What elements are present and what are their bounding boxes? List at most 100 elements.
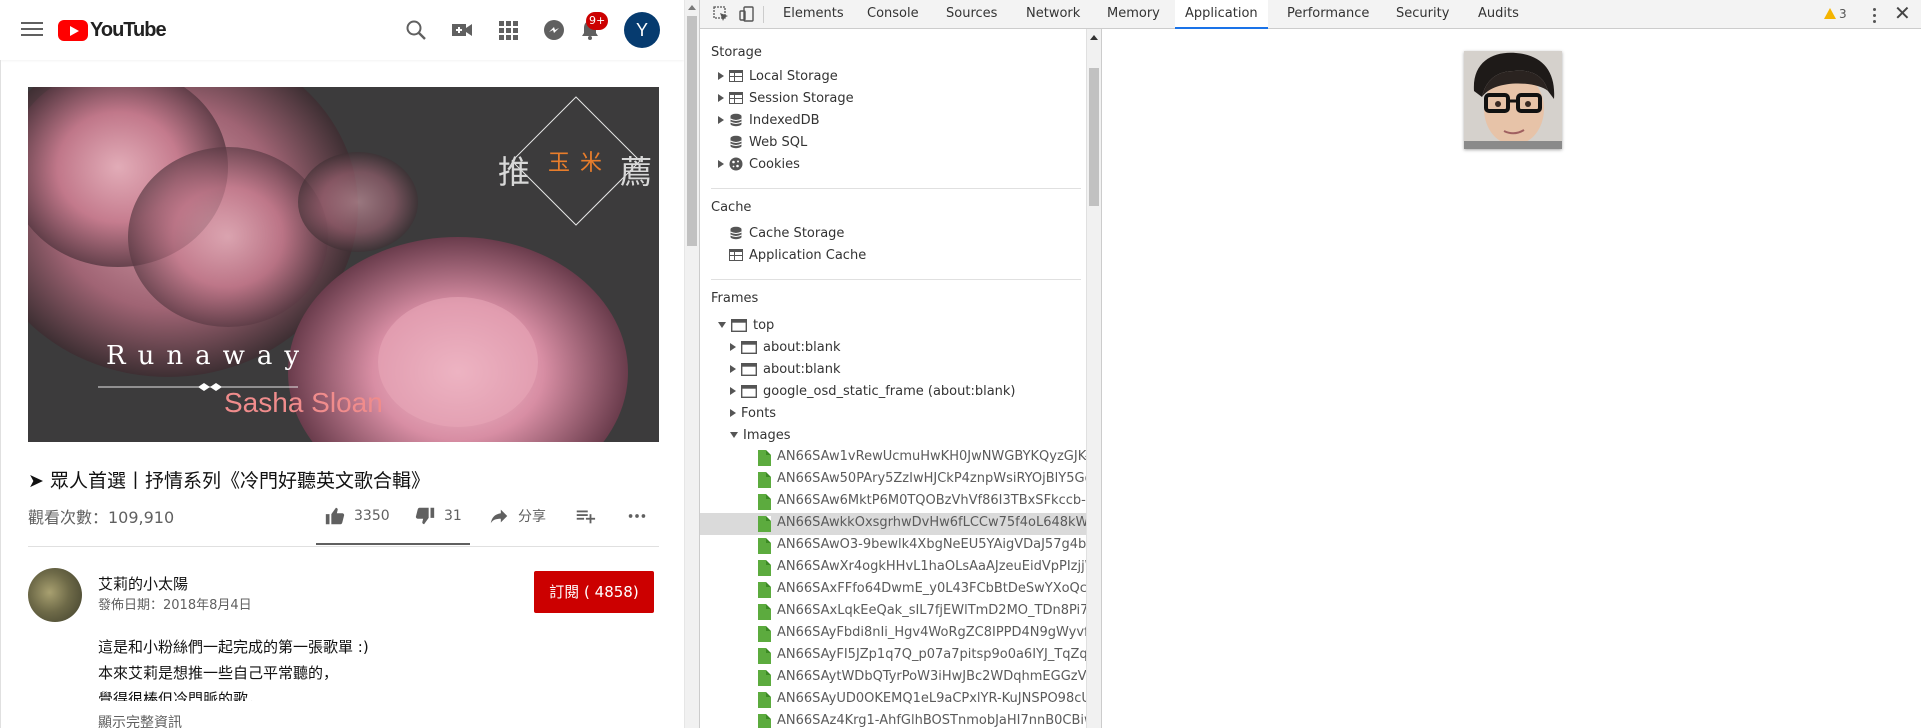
image-file-name: AN66SAxFFfo64DwmE_y0L43FCbBtDeSwYXoQc1c8… (777, 581, 1086, 596)
youtube-logo-text: YouTube (90, 18, 167, 41)
image-file-icon (758, 670, 771, 686)
add-to-playlist-button[interactable] (574, 504, 604, 528)
share-icon (490, 509, 508, 524)
video-camera-icon[interactable] (450, 18, 474, 42)
more-actions-button[interactable] (626, 504, 656, 528)
tab-memory[interactable]: Memory (1097, 0, 1170, 29)
share-button[interactable]: 分享 (488, 504, 546, 528)
kebab-menu-icon[interactable] (1868, 6, 1882, 24)
image-file-item[interactable]: AN66SAwO3-9bewlk4XbgNeEU5YAigVDaJ57g4bFV… (700, 535, 1086, 557)
close-icon[interactable]: ✕ (1894, 3, 1911, 23)
divider (0, 60, 1, 728)
image-preview-pane (1101, 29, 1921, 728)
image-file-item[interactable]: AN66SAytWDbQTyrPoW3iHwJBc2WDqhmEGGzV0G (700, 667, 1086, 689)
image-file-name: AN66SAwO3-9bewlk4XbgNeEU5YAigVDaJ57g4bFV… (777, 537, 1086, 552)
image-file-name: AN66SAz4Krg1-AhfGlhBOSTnmobJaHI7nnB0CBiw… (777, 713, 1086, 728)
portrait-image (1464, 51, 1562, 149)
grid-icon (729, 249, 743, 261)
scroll-up-arrow[interactable] (1090, 35, 1098, 40)
tree-item-application-cache[interactable]: Application Cache (718, 245, 866, 265)
tree-item-label: google_osd_static_frame (about:blank) (763, 383, 1016, 399)
subscribe-button[interactable]: 訂閱 ( 4858) (534, 571, 654, 613)
account-avatar[interactable]: Y (624, 12, 660, 48)
image-file-item[interactable]: AN66SAyUD0OKEMQ1eL9aCPxlYR-KuJNSPO98cUFC (700, 689, 1086, 711)
show-more-link[interactable]: 顯示完整資訊 (98, 712, 182, 728)
image-file-item[interactable]: AN66SAw50PAry5ZzIwHJCkP4znpWsiRYOjBlY5Gd… (700, 469, 1086, 491)
like-ratio-bar (316, 543, 470, 545)
tree-item-fonts[interactable]: Fonts (730, 403, 776, 423)
frame-icon (731, 318, 747, 332)
tab-elements[interactable]: Elements (773, 0, 854, 29)
image-file-name: AN66SAw6MktP6M0TQOBzVhVf86I3TBxSFkccb--i… (777, 493, 1086, 508)
search-icon[interactable] (404, 18, 428, 42)
tab-application[interactable]: Application (1175, 0, 1268, 29)
image-file-item[interactable]: AN66SAwXr4ogkHHvL1haOLsAaAJzeuEidVpPIzjj… (700, 557, 1086, 579)
tree-item-local-storage[interactable]: Local Storage (718, 66, 838, 86)
image-file-item[interactable]: AN66SAw6MktP6M0TQOBzVhVf86I3TBxSFkccb--i… (700, 491, 1086, 513)
scrollbar-thumb[interactable] (1089, 68, 1099, 206)
image-file-item[interactable]: AN66SAwkkOxsgrhwDvHw6fLCCw75f4oL648kWGn3 (700, 513, 1086, 535)
divider (763, 6, 764, 23)
tree-item-frame[interactable]: google_osd_static_frame (about:blank) (730, 381, 1016, 401)
warning-icon (1824, 8, 1836, 19)
image-file-item[interactable]: AN66SAw1vRewUcmuHwKH0JwNWGBYKQyzGJK-M (700, 447, 1086, 469)
like-button[interactable]: 3350 (324, 504, 390, 528)
messages-icon[interactable] (542, 18, 566, 42)
image-file-name: AN66SAw1vRewUcmuHwKH0JwNWGBYKQyzGJK-M (777, 449, 1086, 464)
video-player[interactable]: 推 玉米 薦 Runaway Sasha Sloan (28, 87, 659, 442)
channel-name[interactable]: 艾莉的小太陽 (98, 573, 188, 594)
image-file-item[interactable]: AN66SAxLqkEeQak_sIL7fjEWlTmD2MO_TDn8Pi7F… (700, 601, 1086, 623)
tab-network[interactable]: Network (1016, 0, 1090, 29)
image-file-item[interactable]: AN66SAyFI5JZp1q7Q_p07a7pitsp9o0a6IYJ_TqZ… (700, 645, 1086, 667)
application-sidebar: Storage Local Storage Session Storage In… (700, 29, 1093, 728)
tree-item-session-storage[interactable]: Session Storage (718, 88, 854, 108)
overlay-center-text: 玉米 (548, 151, 613, 176)
devtools-tabbar: Elements Console Sources Network Memory … (700, 0, 1921, 29)
tab-audits[interactable]: Audits (1468, 0, 1529, 29)
database-icon (730, 135, 742, 149)
image-file-icon (758, 516, 771, 532)
image-file-icon (758, 648, 771, 664)
grid-icon (729, 70, 743, 82)
image-file-item[interactable]: AN66SAyFbdi8nIi_Hgv4WoRgZC8IPPD4N9gWyvfG… (700, 623, 1086, 645)
tree-item-label: Web SQL (749, 134, 808, 150)
scroll-up-arrow[interactable] (688, 5, 696, 10)
tree-item-frame-top[interactable]: top (718, 315, 774, 335)
tab-performance[interactable]: Performance (1277, 0, 1379, 29)
tree-item-label: Cookies (749, 156, 800, 172)
tree-item-label: Session Storage (749, 90, 854, 106)
menu-icon[interactable] (21, 21, 43, 37)
tree-item-frame[interactable]: about:blank (730, 359, 841, 379)
more-icon (628, 514, 646, 518)
dislike-button[interactable]: 31 (414, 504, 462, 528)
section-frames: Frames (711, 291, 759, 306)
youtube-scrollbar[interactable] (684, 0, 699, 728)
tree-item-frame[interactable]: about:blank (730, 337, 841, 357)
device-toolbar-icon[interactable] (738, 5, 756, 23)
scrollbar-thumb[interactable] (687, 16, 697, 246)
video-title: ➤ 眾人首選丨抒情系列《冷門好聽英文歌合輯》 (28, 470, 430, 492)
tree-item-images[interactable]: Images (730, 425, 791, 445)
tab-console[interactable]: Console (857, 0, 929, 29)
tab-security[interactable]: Security (1386, 0, 1459, 29)
sidebar-scrollbar[interactable] (1086, 29, 1101, 728)
cookie-icon (729, 157, 743, 171)
channel-avatar[interactable] (28, 568, 82, 622)
tree-item-label: about:blank (763, 339, 841, 355)
tree-item-cookies[interactable]: Cookies (718, 154, 800, 174)
youtube-play-icon (58, 19, 88, 41)
frame-icon (741, 340, 757, 354)
image-file-icon (758, 626, 771, 642)
tree-item-web-sql[interactable]: Web SQL (718, 132, 807, 152)
youtube-logo[interactable]: YouTube (58, 18, 167, 42)
warning-counter[interactable]: 3 (1824, 7, 1847, 21)
image-file-item[interactable]: AN66SAz4Krg1-AhfGlhBOSTnmobJaHI7nnB0CBiw… (700, 711, 1086, 728)
tab-sources[interactable]: Sources (936, 0, 1007, 29)
tree-item-cache-storage[interactable]: Cache Storage (718, 223, 844, 243)
apps-grid-icon[interactable] (496, 18, 520, 42)
inspect-icon[interactable] (712, 5, 730, 23)
tree-item-indexeddb[interactable]: IndexedDB (718, 110, 820, 130)
divider (711, 279, 1081, 280)
youtube-header: YouTube 9+ Y (0, 0, 684, 60)
image-file-item[interactable]: AN66SAxFFfo64DwmE_y0L43FCbBtDeSwYXoQc1c8… (700, 579, 1086, 601)
